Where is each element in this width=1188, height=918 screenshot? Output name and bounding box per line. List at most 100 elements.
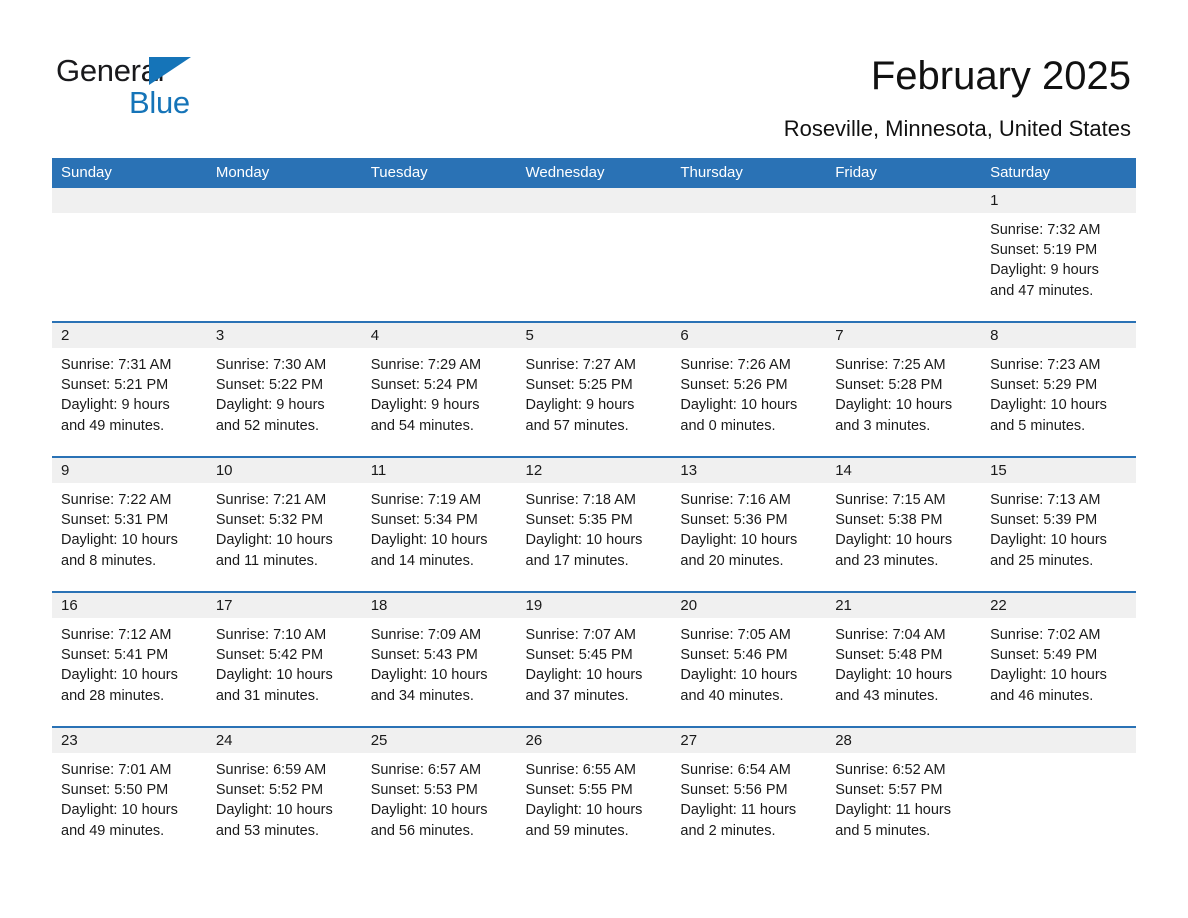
day-sun-info: Sunrise: 7:09 AM Sunset: 5:43 PM Daylight:… <box>362 618 517 706</box>
sunset-text: Sunset: 5:38 PM <box>835 512 943 529</box>
calendar-day-cell[interactable]: 22 Sunrise: 7:02 AM Sunset: 5:49 PM Dayligh… <box>981 591 1136 727</box>
sunset-text: Sunset: 5:32 PM <box>215 512 324 529</box>
day-sun-info: Sunrise: 7:23 AM Sunset: 5:29 PM Daylight:… <box>981 348 1136 436</box>
sunrise-text: Sunrise: 6:59 AM <box>215 762 327 778</box>
calendar-day-cell[interactable]: 17 Sunrise: 7:10 AM Sunset: 5:42 PM Dayligh… <box>206 591 362 727</box>
daylight-text: Daylight: 10 hours and 20 minutes. <box>680 532 798 569</box>
sunset-text: Sunset: 5:52 PM <box>215 782 324 799</box>
weekday-header-monday: Monday <box>206 158 362 188</box>
daylight-text: Daylight: 10 hours and 5 minutes. <box>990 397 1107 434</box>
sunrise-text: Sunrise: 6:54 AM <box>680 762 791 778</box>
sunrise-text: Sunrise: 7:18 AM <box>525 492 636 508</box>
sunrise-text: Sunrise: 7:02 AM <box>990 627 1101 643</box>
daylight-text: Daylight: 9 hours and 49 minutes. <box>61 397 170 434</box>
calendar-day-cell[interactable]: 2 Sunrise: 7:31 AM Sunset: 5:21 PM Daylight… <box>52 321 207 457</box>
sunrise-text: Sunrise: 7:13 AM <box>990 492 1101 508</box>
day-sun-info: Sunrise: 7:22 AM Sunset: 5:31 PM Daylight:… <box>52 483 207 571</box>
weekday-header-saturday: Saturday <box>981 158 1136 188</box>
calendar-day-cell[interactable]: 3 Sunrise: 7:30 AM Sunset: 5:22 PM Daylight… <box>206 321 362 457</box>
day-number <box>52 188 207 213</box>
sunset-text: Sunset: 5:35 PM <box>525 512 633 529</box>
calendar-day-cell[interactable]: 15 Sunrise: 7:13 AM Sunset: 5:39 PM Dayligh… <box>981 456 1136 592</box>
calendar-day-cell[interactable]: 19 Sunrise: 7:07 AM Sunset: 5:45 PM Dayligh… <box>516 591 672 727</box>
day-sun-info: Sunrise: 7:32 AM Sunset: 5:19 PM Daylight:… <box>981 213 1136 301</box>
calendar-day-cell[interactable]: 5 Sunrise: 7:27 AM Sunset: 5:25 PM Daylight… <box>516 321 672 457</box>
sunrise-text: Sunrise: 7:05 AM <box>680 627 791 643</box>
day-sun-info: Sunrise: 7:21 AM Sunset: 5:32 PM Daylight:… <box>207 483 362 571</box>
day-number: 12 <box>516 458 672 483</box>
calendar-day-cell[interactable]: 21 Sunrise: 7:04 AM Sunset: 5:48 PM Dayligh… <box>826 591 982 727</box>
calendar-day-cell[interactable]: 6 Sunrise: 7:26 AM Sunset: 5:26 PM Daylight… <box>671 321 827 457</box>
day-number: 8 <box>981 323 1136 348</box>
calendar-day-cell[interactable]: 8 Sunrise: 7:23 AM Sunset: 5:29 PM Daylight… <box>981 321 1136 457</box>
sunset-text: Sunset: 5:41 PM <box>61 647 169 664</box>
calendar-day-cell-empty <box>361 188 517 322</box>
calendar-day-cell[interactable]: 13 Sunrise: 7:16 AM Sunset: 5:36 PM Dayligh… <box>671 456 827 592</box>
sunrise-text: Sunrise: 7:30 AM <box>215 357 327 373</box>
calendar-day-cell[interactable]: 12 Sunrise: 7:18 AM Sunset: 5:35 PM Dayligh… <box>516 456 672 592</box>
sunset-text: Sunset: 5:43 PM <box>370 647 478 664</box>
day-sun-info: Sunrise: 7:13 AM Sunset: 5:39 PM Daylight:… <box>981 483 1136 571</box>
day-number: 16 <box>52 593 207 618</box>
sunset-text: Sunset: 5:28 PM <box>835 377 943 394</box>
day-number: 15 <box>981 458 1136 483</box>
daylight-text: Daylight: 9 hours and 57 minutes. <box>525 397 635 434</box>
daylight-text: Daylight: 10 hours and 8 minutes. <box>61 532 178 569</box>
logo-triangle-icon <box>149 57 191 85</box>
calendar-day-cell[interactable]: 9 Sunrise: 7:22 AM Sunset: 5:31 PM Daylight… <box>52 456 207 592</box>
daylight-text: Daylight: 10 hours and 23 minutes. <box>835 532 953 569</box>
day-number <box>671 188 827 213</box>
calendar-day-cell[interactable]: 4 Sunrise: 7:29 AM Sunset: 5:24 PM Daylight… <box>361 321 517 457</box>
sunset-text: Sunset: 5:19 PM <box>990 242 1098 259</box>
sunset-text: Sunset: 5:57 PM <box>835 782 943 799</box>
calendar-day-cell[interactable]: 11 Sunrise: 7:19 AM Sunset: 5:34 PM Dayligh… <box>361 456 517 592</box>
calendar-day-cell[interactable]: 18 Sunrise: 7:09 AM Sunset: 5:43 PM Dayligh… <box>361 591 517 727</box>
calendar-page: General Blue February 2025 Roseville, Mi… <box>0 0 1188 918</box>
sunset-text: Sunset: 5:50 PM <box>61 782 169 799</box>
daylight-text: Daylight: 9 hours and 47 minutes. <box>990 262 1099 299</box>
day-number: 1 <box>981 188 1136 213</box>
daylight-text: Daylight: 10 hours and 0 minutes. <box>680 397 798 434</box>
day-sun-info: Sunrise: 7:07 AM Sunset: 5:45 PM Daylight:… <box>517 618 672 706</box>
day-number <box>981 728 1136 753</box>
sunrise-text: Sunrise: 6:52 AM <box>835 762 946 778</box>
calendar-day-cell[interactable]: 26 Sunrise: 6:55 AM Sunset: 5:55 PM Dayligh… <box>516 726 672 861</box>
day-number: 2 <box>52 323 207 348</box>
daylight-text: Daylight: 9 hours and 54 minutes. <box>370 397 480 434</box>
daylight-text: Daylight: 10 hours and 3 minutes. <box>835 397 953 434</box>
calendar-day-cell[interactable]: 24 Sunrise: 6:59 AM Sunset: 5:52 PM Dayligh… <box>206 726 362 861</box>
calendar-day-cell[interactable]: 25 Sunrise: 6:57 AM Sunset: 5:53 PM Dayligh… <box>361 726 517 861</box>
day-number <box>516 188 672 213</box>
sunrise-text: Sunrise: 7:22 AM <box>61 492 172 508</box>
day-number <box>826 188 982 213</box>
calendar-day-cell[interactable]: 16 Sunrise: 7:12 AM Sunset: 5:41 PM Dayligh… <box>52 591 207 727</box>
sunset-text: Sunset: 5:42 PM <box>215 647 324 664</box>
page-header: General Blue February 2025 Roseville, Mi… <box>0 0 1188 150</box>
sunset-text: Sunset: 5:53 PM <box>370 782 478 799</box>
sunrise-text: Sunrise: 7:26 AM <box>680 357 791 373</box>
calendar-day-cell[interactable]: 1 Sunrise: 7:32 AM Sunset: 5:19 PM Daylight… <box>981 188 1136 322</box>
calendar-day-cell[interactable]: 20 Sunrise: 7:05 AM Sunset: 5:46 PM Dayligh… <box>671 591 827 727</box>
daylight-text: Daylight: 10 hours and 43 minutes. <box>835 667 953 704</box>
day-sun-info: Sunrise: 7:27 AM Sunset: 5:25 PM Daylight:… <box>517 348 672 436</box>
day-sun-info: Sunrise: 7:19 AM Sunset: 5:34 PM Daylight:… <box>362 483 517 571</box>
daylight-text: Daylight: 10 hours and 31 minutes. <box>215 667 333 704</box>
day-number: 11 <box>361 458 517 483</box>
generalblue-logo[interactable]: General Blue <box>56 52 256 122</box>
calendar-day-cell[interactable]: 28 Sunrise: 6:52 AM Sunset: 5:57 PM Dayligh… <box>826 726 982 861</box>
calendar-day-cell[interactable]: 23 Sunrise: 7:01 AM Sunset: 5:50 PM Dayligh… <box>52 726 207 861</box>
calendar-day-cell[interactable]: 7 Sunrise: 7:25 AM Sunset: 5:28 PM Daylight… <box>826 321 982 457</box>
calendar-week-row: 1 Sunrise: 7:32 AM Sunset: 5:19 PM Daylight… <box>52 188 1136 322</box>
calendar-day-cell[interactable]: 10 Sunrise: 7:21 AM Sunset: 5:32 PM Dayligh… <box>206 456 362 592</box>
day-number: 20 <box>671 593 827 618</box>
sunset-text: Sunset: 5:26 PM <box>680 377 788 394</box>
day-number <box>361 188 517 213</box>
sunrise-text: Sunrise: 7:27 AM <box>525 357 636 373</box>
day-number: 6 <box>671 323 827 348</box>
daylight-text: Daylight: 10 hours and 14 minutes. <box>370 532 488 569</box>
sunset-text: Sunset: 5:46 PM <box>680 647 788 664</box>
calendar-day-cell[interactable]: 27 Sunrise: 6:54 AM Sunset: 5:56 PM Dayligh… <box>671 726 827 861</box>
calendar-header-row: Sunday Monday Tuesday Wednesday Thursday Frid… <box>52 158 1136 188</box>
calendar-day-cell-empty <box>671 188 827 322</box>
calendar-day-cell[interactable]: 14 Sunrise: 7:15 AM Sunset: 5:38 PM Dayligh… <box>826 456 982 592</box>
